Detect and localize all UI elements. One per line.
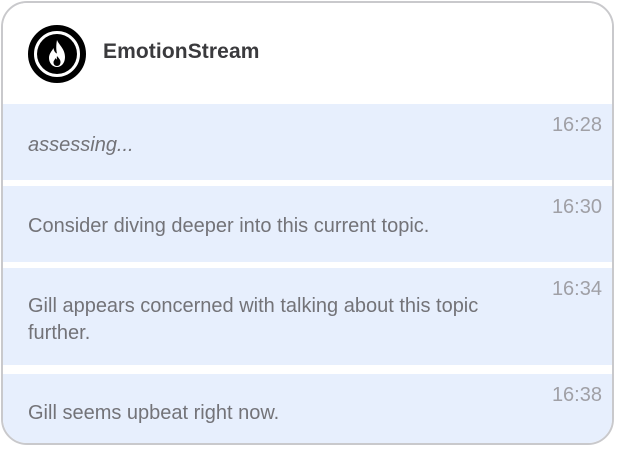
flame-icon xyxy=(28,25,86,83)
feed-item: Gill seems upbeat right now. 16:38 xyxy=(3,374,612,443)
feed-item-text: Consider diving deeper into this current… xyxy=(28,215,430,237)
feed-item-text: Gill appears concerned with talking abou… xyxy=(28,295,479,344)
feed-item-text: Gill seems upbeat right now. xyxy=(28,402,280,424)
feed-item-time: 16:34 xyxy=(551,278,602,300)
feed-item: assessing... 16:28 xyxy=(3,104,612,180)
card-header: EmotionStream xyxy=(3,3,612,104)
feed-item: Gill appears concerned with talking abou… xyxy=(3,268,612,365)
app-title: EmotionStream xyxy=(103,40,260,63)
feed-item-time: 16:30 xyxy=(551,196,602,218)
feed-item-text: assessing... xyxy=(28,134,134,156)
feed-item-time: 16:28 xyxy=(551,114,602,136)
emotion-stream-card: EmotionStream assessing... 16:28 Conside… xyxy=(1,1,614,445)
feed-item-time: 16:38 xyxy=(551,384,602,406)
feed-item: Consider diving deeper into this current… xyxy=(3,186,612,262)
